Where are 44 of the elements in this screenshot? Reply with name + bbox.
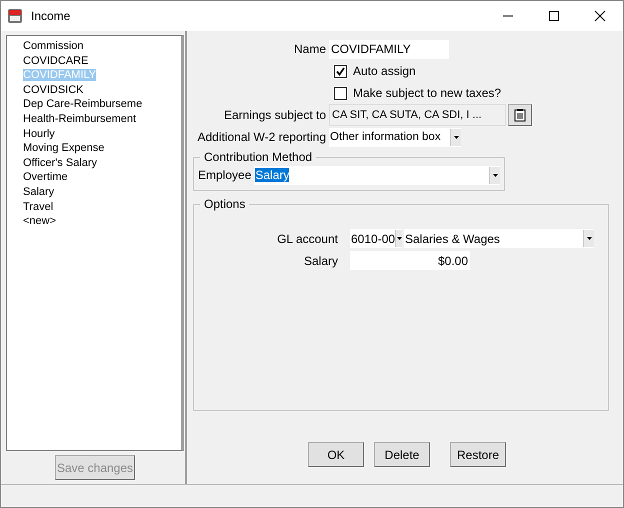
dialog-button[interactable]: Restore: [450, 442, 506, 467]
list-item[interactable]: Hourly: [23, 128, 55, 140]
close-icon[interactable]: [594, 10, 606, 22]
field-label: Earnings subject to: [222, 108, 327, 122]
field-label: GL account: [276, 232, 338, 246]
list-item[interactable]: COVIDSICK: [23, 84, 84, 96]
list-item[interactable]: Health-Reimbursement: [23, 112, 136, 125]
dropdown-arrow-icon[interactable]: [396, 237, 402, 240]
checkbox-label: Make subject to new taxes?: [353, 86, 502, 100]
field-label: Employee: [198, 168, 252, 182]
dropdown-arrow-icon[interactable]: [586, 237, 592, 240]
list-item[interactable]: Officer's Salary: [23, 156, 98, 169]
checkbox[interactable]: [334, 86, 347, 100]
list-item[interactable]: Salary: [23, 186, 54, 198]
salary-field[interactable]: $0.00: [350, 251, 470, 270]
field-label: Salary: [302, 254, 338, 268]
list-item[interactable]: Moving Expense: [23, 142, 104, 154]
gl-account-dropdown[interactable]: Salaries & Wages: [404, 229, 594, 248]
document-icon: [514, 108, 526, 122]
dropdown-arrow-icon[interactable]: [454, 136, 458, 138]
list-item[interactable]: Travel: [23, 200, 54, 213]
employee-dropdown[interactable]: Salary: [254, 166, 500, 184]
w2-reporting-dropdown[interactable]: Other information box: [329, 128, 461, 146]
calendar-icon: [7, 8, 23, 24]
field-label: Name: [292, 42, 327, 56]
list-item[interactable]: COVIDCARE: [23, 54, 88, 67]
list-item[interactable]: Overtime: [23, 171, 68, 184]
list-item[interactable]: Commission: [23, 40, 84, 52]
name-field[interactable]: COVIDFAMILY: [329, 40, 449, 58]
maximize-icon[interactable]: [548, 10, 560, 22]
checkbox-label: Auto assign: [353, 64, 416, 78]
dialog-button[interactable]: OK: [308, 442, 364, 467]
window-title: Income: [31, 9, 70, 23]
list-button[interactable]: [508, 104, 532, 126]
group-title: Contribution Method: [203, 150, 314, 164]
field-label: Additional W-2 reporting: [196, 130, 327, 144]
list-item[interactable]: Dep Care-Reimburseme: [23, 98, 142, 110]
checkbox[interactable]: [334, 64, 347, 78]
earnings-field: CA SIT, CA SUTA, CA SDI, I ...: [329, 104, 506, 126]
list-item[interactable]: <new>: [23, 215, 56, 228]
dropdown-arrow-icon[interactable]: [492, 174, 498, 176]
gl-code-dropdown[interactable]: 6010-00: [350, 229, 402, 248]
group-title: Options: [203, 197, 246, 211]
dialog-button[interactable]: Delete: [374, 442, 430, 467]
